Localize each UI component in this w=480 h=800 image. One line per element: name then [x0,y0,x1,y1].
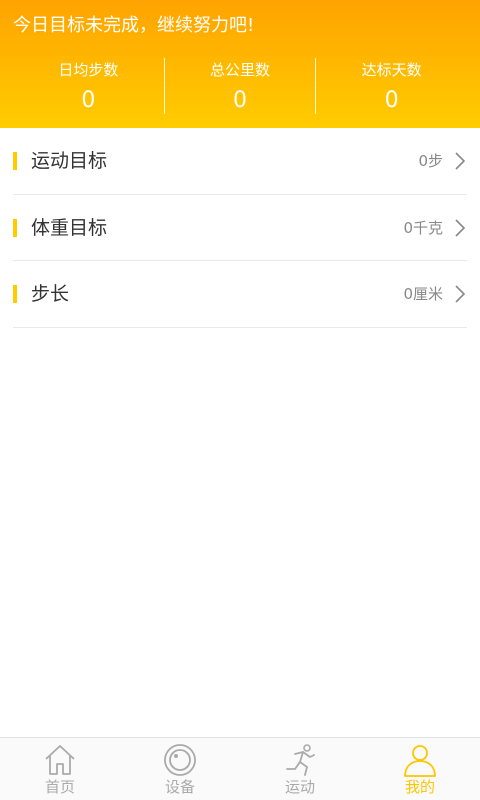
chevron-right-icon [455,285,466,303]
row-value: 0厘米 [403,285,443,303]
tab-profile[interactable]: 我的 [360,738,480,800]
tab-device[interactable]: 设备 [120,738,240,800]
stat-total-km: 总公里数 0 [163,58,316,114]
stats-row: 日均步数 0 总公里数 0 达标天数 0 [13,58,467,114]
goal-status-message: 今日目标未完成，继续努力吧! [13,15,255,36]
running-icon [286,744,315,776]
tab-exercise[interactable]: 运动 [240,738,360,800]
home-icon [45,745,75,775]
summary-header: 今日目标未完成，继续努力吧! 日均步数 0 总公里数 0 达标天数 0 [0,0,480,128]
row-value: 0千克 [403,218,443,237]
stat-value: 0 [233,88,247,113]
row-exercise-goal[interactable]: 运动目标 0步 [13,128,467,195]
tab-label: 我的 [404,778,435,796]
accent-bar [13,285,17,303]
accent-bar [13,152,17,170]
stat-label: 日均步数 [58,61,119,79]
stat-value: 0 [81,88,96,113]
tab-label: 首页 [44,778,75,796]
row-label: 步长 [31,283,70,305]
tab-label: 运动 [284,778,315,796]
profile-page: 今日目标未完成，继续努力吧! 日均步数 0 总公里数 0 达标天数 0 运动目标… [0,0,480,800]
settings-list: 运动目标 0步 体重目标 0千克 步长 0厘米 [13,128,467,328]
accent-bar [13,218,17,237]
bottom-tab-bar: 首页 设备 运动 我的 [0,737,480,800]
profile-icon [404,745,436,777]
stat-label: 达标天数 [361,61,422,79]
stat-value: 0 [384,88,399,113]
row-label: 体重目标 [31,216,108,239]
row-weight-goal[interactable]: 体重目标 0千克 [13,195,467,261]
chevron-right-icon [455,218,466,237]
row-stride-length[interactable]: 步长 0厘米 [13,261,467,328]
row-value: 0步 [418,152,443,170]
tab-home[interactable]: 首页 [0,738,120,800]
stat-goal-days: 达标天数 0 [315,58,467,114]
stat-daily-steps: 日均步数 0 [13,58,164,114]
row-label: 运动目标 [31,150,108,172]
stat-label: 总公里数 [210,61,271,79]
tab-label: 设备 [164,778,195,796]
device-icon [164,744,196,776]
chevron-right-icon [455,152,466,170]
